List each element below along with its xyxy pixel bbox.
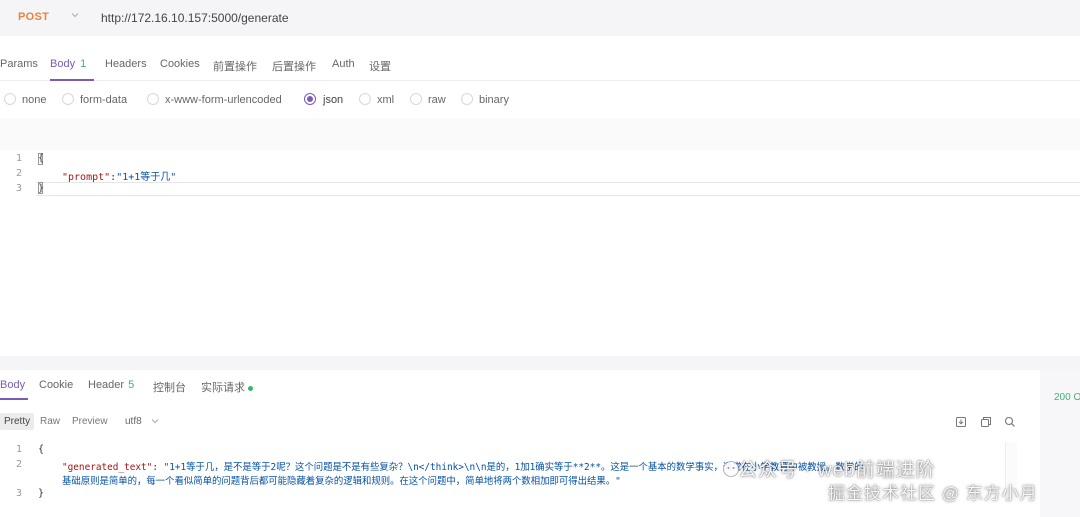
line-number: 2 (15, 459, 22, 470)
status-dot-icon (248, 385, 253, 391)
json-key: "generated_text" (62, 462, 153, 473)
view-preview[interactable]: Preview (68, 413, 112, 430)
radio-json[interactable] (304, 93, 316, 105)
url-input[interactable]: http://172.16.10.157:5000/generate (101, 11, 289, 25)
json-key: "prompt" (62, 172, 111, 183)
resp-tab-header-count: 5 (128, 379, 135, 391)
copy-icon[interactable] (980, 416, 992, 428)
radio-none[interactable] (4, 93, 16, 105)
resp-tab-header[interactable]: Header 5 (88, 379, 134, 391)
search-icon[interactable] (1004, 416, 1016, 428)
active-resp-tab-indicator (0, 398, 28, 400)
resp-tab-actual-request[interactable]: 实际请求 (201, 379, 253, 395)
url-bar: POST http://172.16.10.157:5000/generate (0, 0, 1080, 36)
tab-post-operations[interactable]: 后置操作 (272, 58, 316, 74)
tab-headers[interactable]: Headers (105, 58, 147, 70)
code-line: } (38, 183, 45, 194)
radio-xml[interactable] (359, 93, 371, 105)
line-number: 1 (15, 153, 22, 164)
code-line: } (38, 488, 45, 499)
code-line: "prompt":"1+1等于几" (62, 168, 176, 183)
radio-binary[interactable] (461, 93, 473, 105)
radio-label-xml: xml (377, 94, 395, 106)
line-number: 3 (15, 488, 22, 499)
status-code: 200 O (1054, 392, 1080, 403)
chevron-down-icon[interactable] (150, 416, 160, 426)
code-line-wrapped: 基础原则是简单的，每一个看似简单的问题背后都可能隐藏着复杂的逻辑和规则。在这个问… (62, 476, 621, 487)
radio-label-raw: raw (428, 94, 446, 106)
radio-urlencoded[interactable] (147, 93, 159, 105)
resp-tab-body[interactable]: Body (0, 379, 25, 391)
chevron-down-icon[interactable] (70, 10, 80, 20)
radio-form-data[interactable] (62, 93, 74, 105)
tab-body-count: 1 (80, 58, 87, 70)
tab-body[interactable]: Body 1 (50, 58, 86, 70)
json-value: "1+1等于几" (116, 172, 177, 183)
line-number: 2 (15, 168, 22, 179)
resp-tab-cookie[interactable]: Cookie (39, 379, 73, 391)
watermark-line2: 掘金技术社区 @ 东方小月 (828, 484, 1038, 503)
response-tabs: Body Cookie Header 5 控制台 实际请求 (0, 370, 1040, 400)
download-icon[interactable] (955, 416, 967, 428)
panel-divider[interactable] (0, 356, 1080, 370)
request-body-editor[interactable]: 1 2 3 { "prompt":"1+1等于几" } (0, 150, 1080, 356)
code-line: { (38, 444, 45, 455)
tab-pre-operations[interactable]: 前置操作 (213, 58, 257, 74)
code-line: { (38, 153, 45, 164)
watermark-line1: 公众号 · web前端进阶 (738, 460, 936, 481)
radio-raw[interactable] (410, 93, 422, 105)
tab-auth[interactable]: Auth (332, 58, 355, 70)
body-type-selector: none form-data x-www-form-urlencoded jso… (0, 88, 1080, 114)
request-tabs: Params Body 1 Headers Cookies 前置操作 后置操作 A… (0, 48, 1080, 81)
radio-label-urlencoded: x-www-form-urlencoded (165, 94, 282, 106)
current-line-highlight (36, 182, 1080, 196)
line-number: 1 (15, 444, 22, 455)
view-pretty[interactable]: Pretty (0, 413, 35, 430)
radio-label-none: none (22, 94, 47, 106)
resp-tab-console[interactable]: 控制台 (153, 379, 186, 395)
status-panel: 200 O (1040, 370, 1080, 517)
json-colon: : (152, 462, 164, 473)
method-select[interactable]: POST (18, 11, 49, 23)
editor-toolbar-band (0, 118, 1080, 150)
response-view-bar: Pretty Raw Preview utf8 (0, 408, 1040, 434)
tab-params[interactable]: Params (0, 58, 38, 70)
radio-label-form-data: form-data (80, 94, 128, 106)
radio-label-binary: binary (479, 94, 509, 106)
tab-cookies[interactable]: Cookies (160, 58, 200, 70)
line-number: 3 (15, 183, 22, 194)
active-tab-indicator (50, 79, 94, 81)
radio-label-json: json (323, 94, 344, 106)
tab-settings[interactable]: 设置 (369, 58, 391, 74)
view-raw[interactable]: Raw (36, 413, 64, 430)
encoding-select[interactable]: utf8 (125, 416, 142, 427)
